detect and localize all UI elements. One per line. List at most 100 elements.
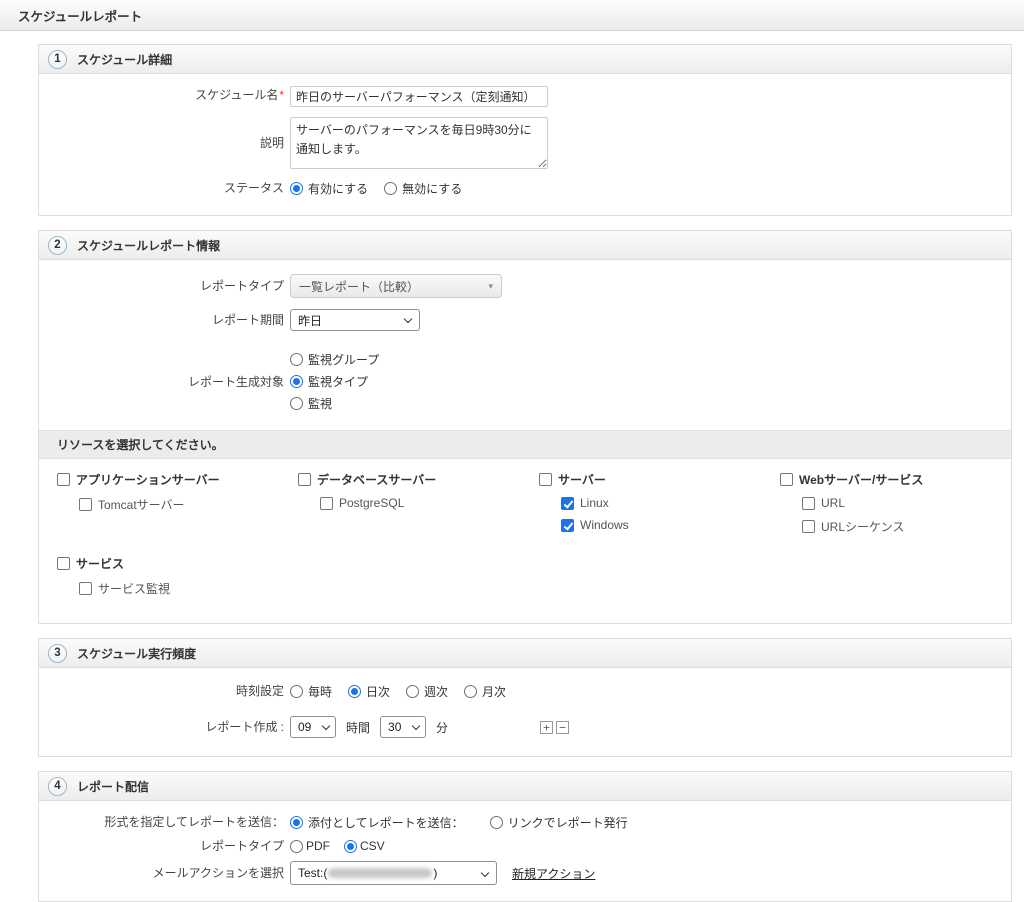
resource-checkbox-service-monitor[interactable]: サービス監視 bbox=[79, 580, 298, 597]
section3-title: スケジュール実行頻度 bbox=[77, 646, 197, 661]
checkbox-unchecked-icon[interactable] bbox=[298, 473, 311, 486]
format-radio-attachment[interactable]: 添付としてレポートを送信： bbox=[290, 814, 464, 831]
chevron-down-icon bbox=[321, 721, 331, 731]
checkbox-unchecked-icon[interactable] bbox=[802, 496, 815, 510]
report-type-row: レポートタイプ 一覧レポート（比較） ▾ bbox=[39, 274, 1011, 298]
required-asterisk: * bbox=[279, 88, 284, 102]
frequency-radio-weekly[interactable]: 週次 bbox=[406, 683, 448, 700]
section4-body: 形式を指定してレポートを送信： 添付としてレポートを送信： リンクでレポート発行… bbox=[39, 801, 1011, 901]
report-type-radio-csv[interactable]: CSV bbox=[344, 839, 385, 853]
new-action-link[interactable]: 新規アクション bbox=[512, 865, 595, 882]
section3-header: 3 スケジュール実行頻度 bbox=[39, 639, 1011, 668]
resource-checkbox-url-sequence[interactable]: URLシーケンス bbox=[802, 518, 1021, 535]
checkbox-unchecked-icon[interactable] bbox=[57, 473, 70, 486]
checkbox-checked-icon[interactable] bbox=[561, 518, 574, 532]
radio-selected-icon[interactable] bbox=[348, 684, 362, 698]
section4-title: レポート配信 bbox=[77, 779, 150, 794]
report-generation-time-row: レポート作成 : 09 時間 30 分 + − bbox=[39, 716, 1011, 738]
delivery-report-type-row: レポートタイプ PDF CSV bbox=[39, 837, 1011, 855]
resource-group-server: サーバー Linux Windows bbox=[539, 471, 780, 543]
resource-group-database-server: データベースサーバー PostgreSQL bbox=[298, 471, 539, 543]
radio-unselected-icon[interactable] bbox=[290, 353, 303, 366]
section-schedule-frequency: 3 スケジュール実行頻度 時刻設定 毎時 日次 週次 月次 レポート作成: 0… bbox=[38, 638, 1012, 757]
section1-header: 1 スケジュール詳細 bbox=[39, 45, 1011, 74]
radio-unselected-icon[interactable] bbox=[406, 684, 420, 698]
radio-selected-icon[interactable] bbox=[290, 181, 303, 195]
redacted-email bbox=[328, 868, 433, 878]
checkbox-checked-icon[interactable] bbox=[561, 496, 574, 510]
report-period-value: 昨日 bbox=[298, 313, 323, 328]
radio-unselected-icon[interactable] bbox=[290, 397, 303, 410]
resource-checkbox-tomcat[interactable]: Tomcatサーバー bbox=[79, 496, 298, 513]
group-checkbox-item[interactable]: Webサーバー/サービス bbox=[780, 471, 923, 488]
radio-unselected-icon[interactable] bbox=[290, 839, 303, 853]
description-textarea[interactable]: サーバーのパフォーマンスを毎日9時30分に通知します。 bbox=[290, 117, 548, 169]
main-content: 1 スケジュール詳細 スケジュール名* 説明 サーバーのパフォーマンスを毎日9時… bbox=[0, 31, 1024, 902]
radio-unselected-icon[interactable] bbox=[464, 684, 478, 698]
frequency-radio-monthly[interactable]: 月次 bbox=[464, 683, 506, 700]
group-checkbox-item[interactable]: アプリケーションサーバー bbox=[57, 471, 220, 488]
target-row: レポート生成対象 監視グループ 監視タイプ 監視 bbox=[39, 351, 1011, 412]
radio-unselected-icon[interactable] bbox=[489, 815, 503, 829]
mail-action-value-prefix: Test:( bbox=[298, 866, 328, 880]
checkbox-unchecked-icon[interactable] bbox=[539, 473, 552, 486]
status-radio-enable[interactable]: 有効にする bbox=[290, 180, 368, 197]
schedule-name-input[interactable] bbox=[290, 86, 548, 107]
page-title: スケジュールレポート bbox=[18, 9, 143, 24]
checkbox-unchecked-icon[interactable] bbox=[79, 582, 92, 595]
report-generation-label: レポート作成 : bbox=[205, 720, 284, 734]
time-setting-row: 時刻設定 毎時 日次 週次 月次 bbox=[39, 682, 1011, 700]
radio-unselected-icon[interactable] bbox=[290, 684, 303, 698]
checkbox-unchecked-icon[interactable] bbox=[802, 520, 815, 533]
minute-select[interactable]: 30 bbox=[380, 716, 427, 738]
checkbox-unchecked-icon[interactable] bbox=[79, 498, 92, 511]
section-schedule-details: 1 スケジュール詳細 スケジュール名* 説明 サーバーのパフォーマンスを毎日9時… bbox=[38, 44, 1012, 216]
send-format-label: 形式を指定してレポートを送信： bbox=[104, 815, 284, 829]
delivery-report-type-label: レポートタイプ bbox=[199, 839, 284, 853]
target-radio-monitor-type[interactable]: 監視タイプ bbox=[290, 373, 379, 390]
time-setting-label: 時刻設定 bbox=[235, 684, 284, 698]
dropdown-arrow-icon: ▾ bbox=[488, 280, 493, 291]
hour-select[interactable]: 09 bbox=[290, 716, 336, 738]
status-radio-disable[interactable]: 無効にする bbox=[384, 180, 462, 197]
add-time-icon[interactable]: + bbox=[540, 720, 554, 734]
radio-selected-icon[interactable] bbox=[290, 375, 303, 388]
format-radio-link[interactable]: リンクでレポート発行 bbox=[489, 814, 628, 831]
checkbox-unchecked-icon[interactable] bbox=[57, 557, 70, 570]
report-type-radio-pdf[interactable]: PDF bbox=[290, 839, 330, 853]
resource-checkbox-postgresql[interactable]: PostgreSQL bbox=[320, 496, 539, 510]
resource-checkbox-linux[interactable]: Linux bbox=[561, 496, 780, 510]
mail-action-select[interactable]: Test:( ) bbox=[290, 861, 497, 885]
radio-unselected-icon[interactable] bbox=[384, 181, 398, 195]
hour-unit-label: 時間 bbox=[346, 720, 371, 735]
group-checkbox-item[interactable]: データベースサーバー bbox=[298, 471, 436, 488]
mail-action-label: メールアクションを選択 bbox=[152, 866, 284, 880]
radio-selected-icon[interactable] bbox=[344, 839, 357, 853]
mail-action-value-suffix: ) bbox=[433, 866, 438, 880]
frequency-radio-daily[interactable]: 日次 bbox=[348, 683, 390, 700]
resource-checkbox-windows[interactable]: Windows bbox=[561, 518, 780, 532]
target-radio-monitor[interactable]: 監視 bbox=[290, 395, 379, 412]
resource-grid: アプリケーションサーバー Tomcatサーバー データベースサーバー Postg… bbox=[39, 459, 1011, 623]
group-checkbox-item[interactable]: サービス bbox=[57, 555, 124, 572]
group-checkbox-item[interactable]: サーバー bbox=[539, 471, 606, 488]
section-report-delivery: 4 レポート配信 形式を指定してレポートを送信： 添付としてレポートを送信： リ… bbox=[38, 771, 1012, 902]
frequency-radio-hourly[interactable]: 毎時 bbox=[290, 683, 332, 700]
radio-selected-icon[interactable] bbox=[290, 815, 303, 829]
section1-title: スケジュール詳細 bbox=[77, 52, 173, 67]
checkbox-unchecked-icon[interactable] bbox=[780, 473, 793, 486]
report-type-value: 一覧レポート（比較） bbox=[299, 279, 420, 294]
minute-value: 30 bbox=[388, 720, 402, 734]
chevron-down-icon bbox=[403, 314, 413, 324]
remove-time-icon[interactable]: − bbox=[556, 720, 570, 734]
checkbox-unchecked-icon[interactable] bbox=[320, 496, 333, 510]
schedule-name-row: スケジュール名* bbox=[39, 86, 1011, 107]
report-type-dropdown[interactable]: 一覧レポート（比較） ▾ bbox=[290, 274, 502, 298]
target-radio-monitor-group[interactable]: 監視グループ bbox=[290, 351, 379, 368]
resource-checkbox-url[interactable]: URL bbox=[802, 496, 1021, 510]
resource-select-header: リソースを選択してください。 bbox=[39, 430, 1011, 459]
hour-value: 09 bbox=[298, 720, 312, 734]
report-period-label: レポート期間 bbox=[211, 313, 284, 327]
report-period-select[interactable]: 昨日 bbox=[290, 309, 420, 331]
section2-title: スケジュールレポート情報 bbox=[77, 238, 221, 253]
